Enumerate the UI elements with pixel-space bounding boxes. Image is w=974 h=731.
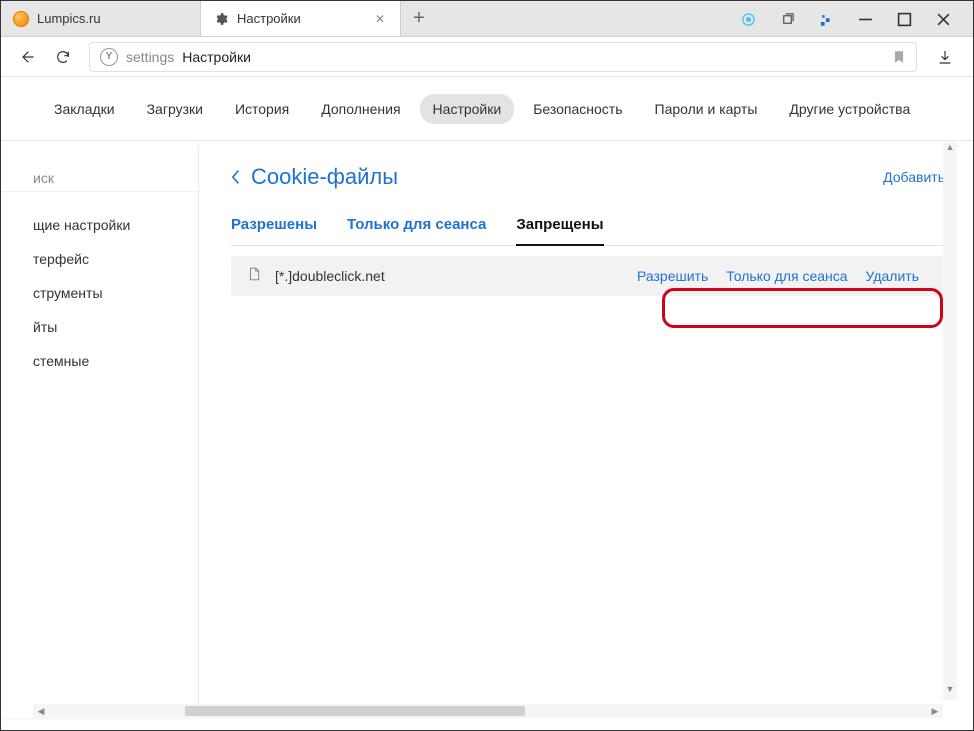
add-site-button[interactable]: Добавить xyxy=(883,169,945,185)
scroll-right-arrow-icon[interactable]: ▶ xyxy=(927,706,943,717)
nav-back-button[interactable] xyxy=(17,47,37,67)
action-delete[interactable]: Удалить xyxy=(866,268,919,284)
collections-icon[interactable] xyxy=(779,11,795,27)
new-tab-button[interactable]: + xyxy=(401,1,437,36)
nav-other-devices[interactable]: Другие устройства xyxy=(776,94,923,124)
vertical-scrollbar[interactable]: ▲ ▼ xyxy=(943,142,957,700)
chevron-left-icon xyxy=(231,169,241,185)
browser-tab-settings[interactable]: Настройки ✕ xyxy=(201,1,401,36)
window-minimize-button[interactable] xyxy=(857,11,873,27)
action-allow[interactable]: Разрешить xyxy=(637,268,708,284)
url-protocol-label: settings xyxy=(126,49,174,65)
browser-tab-lumpics[interactable]: Lumpics.ru xyxy=(1,1,201,36)
sidebar-search-input[interactable]: иск xyxy=(1,164,198,192)
tab-strip: Lumpics.ru Настройки ✕ + xyxy=(1,1,973,37)
nav-history[interactable]: История xyxy=(222,94,302,124)
action-session-only[interactable]: Только для сеанса xyxy=(726,268,847,284)
nav-downloads[interactable]: Загрузки xyxy=(134,94,216,124)
settings-sidebar: иск щие настройки терфейс струменты йты … xyxy=(1,142,199,718)
sidebar-item-system[interactable]: стемные xyxy=(1,344,198,378)
scroll-down-arrow-icon[interactable]: ▼ xyxy=(943,684,957,700)
settings-body: иск щие настройки терфейс струменты йты … xyxy=(1,142,973,718)
nav-security[interactable]: Безопасность xyxy=(520,94,635,124)
sidebar-item-sites[interactable]: йты xyxy=(1,310,198,344)
scroll-up-arrow-icon[interactable]: ▲ xyxy=(943,142,957,158)
sidebar-item-tools[interactable]: струменты xyxy=(1,276,198,310)
window-close-button[interactable] xyxy=(935,11,951,27)
address-bar: Y settings Настройки xyxy=(1,37,973,77)
downloads-button[interactable] xyxy=(933,45,957,69)
window-maximize-button[interactable] xyxy=(896,11,912,27)
page-title: Cookie-файлы xyxy=(251,164,398,190)
gear-icon xyxy=(213,11,229,27)
tab-title: Настройки xyxy=(237,11,364,26)
url-page-label: Настройки xyxy=(182,49,251,65)
settings-content: Cookie-файлы Добавить Разрешены Только д… xyxy=(199,142,973,718)
nav-settings[interactable]: Настройки xyxy=(420,94,515,124)
sidebar-item-general[interactable]: щие настройки xyxy=(1,208,198,242)
settings-header-nav: Закладки Загрузки История Дополнения Нас… xyxy=(1,77,973,141)
file-icon xyxy=(247,266,261,287)
site-domain-label: [*.]doubleclick.net xyxy=(275,268,385,284)
assistant-icon[interactable] xyxy=(740,11,756,27)
scroll-left-arrow-icon[interactable]: ◀ xyxy=(33,706,49,717)
subtab-session-only[interactable]: Только для сеанса xyxy=(347,208,486,245)
subtab-allowed[interactable]: Разрешены xyxy=(231,208,317,245)
scroll-thumb[interactable] xyxy=(185,706,525,716)
bookmark-icon[interactable] xyxy=(892,48,906,65)
window-controls xyxy=(718,1,973,37)
breadcrumb-back[interactable]: Cookie-файлы xyxy=(231,164,398,190)
tab-title: Lumpics.ru xyxy=(37,11,188,26)
site-actions: Разрешить Только для сеанса Удалить xyxy=(627,264,929,288)
nav-bookmarks[interactable]: Закладки xyxy=(41,94,128,124)
favicon-lumpics-icon xyxy=(13,11,29,27)
sidebar-item-interface[interactable]: терфейс xyxy=(1,242,198,276)
cookie-subtabs: Разрешены Только для сеанса Запрещены xyxy=(231,208,945,246)
url-input[interactable]: Y settings Настройки xyxy=(89,42,917,72)
site-row[interactable]: [*.]doubleclick.net Разрешить Только для… xyxy=(231,256,945,296)
nav-passwords[interactable]: Пароли и карты xyxy=(642,94,771,124)
nav-reload-button[interactable] xyxy=(53,47,73,67)
subtab-blocked[interactable]: Запрещены xyxy=(516,208,603,245)
tab-close-button[interactable]: ✕ xyxy=(372,11,388,27)
extensions-icon[interactable] xyxy=(818,11,834,27)
search-engine-icon: Y xyxy=(100,48,118,66)
nav-addons[interactable]: Дополнения xyxy=(308,94,413,124)
horizontal-scrollbar[interactable]: ◀ ▶ xyxy=(33,704,943,718)
